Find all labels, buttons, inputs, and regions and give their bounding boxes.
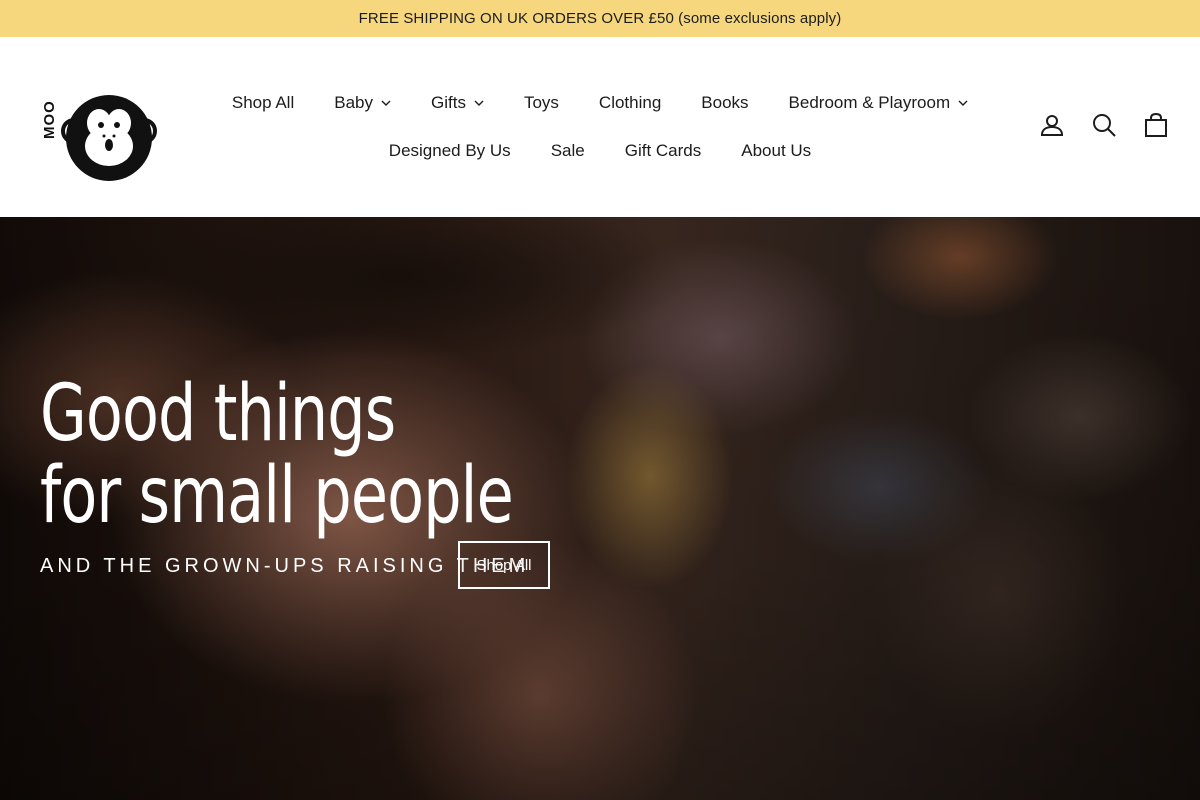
hero-title: Good things for small people [40,369,514,541]
nav-item-about-us[interactable]: About Us [721,141,831,161]
search-button[interactable] [1090,111,1118,139]
header-icons [1038,111,1170,139]
nav-item-designed-by-us[interactable]: Designed By Us [369,141,531,161]
nav-item-clothing[interactable]: Clothing [579,93,681,113]
monkey-face-icon: MOO [41,95,157,181]
nav-item-books[interactable]: Books [681,93,768,113]
nav-item-label: Gifts [431,93,466,112]
chevron-down-icon [381,100,391,106]
chevron-down-icon [474,100,484,106]
nav-item-label: Clothing [598,93,662,112]
nav-item-label: Designed By Us [388,141,511,160]
nav-item-baby[interactable]: Baby [314,93,411,113]
nav-item-shop-all[interactable]: Shop All [212,93,314,113]
chevron-down-icon [958,100,968,106]
logo-text: MOO [41,100,58,139]
hero-title-line-1: Good things [40,369,396,459]
nav-item-label: Toys [523,93,559,112]
site-logo[interactable]: MOO [38,89,158,185]
nav-row-1: Shop All Baby Gifts Toys Clothing Books … [200,79,1000,127]
announcement-bar: FREE SHIPPING ON UK ORDERS OVER £50 (som… [0,0,1200,37]
nav-item-sale[interactable]: Sale [531,141,605,161]
nav-item-gifts[interactable]: Gifts [411,93,504,113]
cart-button[interactable] [1142,111,1170,139]
announcement-text: FREE SHIPPING ON UK ORDERS OVER £50 (som… [358,10,842,27]
search-icon [1093,114,1116,137]
nav-item-label: Bedroom & Playroom [788,93,951,112]
cart-icon [1145,113,1167,137]
nav-item-bedroom-playroom[interactable]: Bedroom & Playroom [769,93,989,113]
nav-item-label: Books [701,93,749,112]
main-navigation: Shop All Baby Gifts Toys Clothing Books … [200,79,1000,175]
nav-item-label: About Us [741,141,812,160]
nav-item-gift-cards[interactable]: Gift Cards [605,141,722,161]
nav-item-label: Sale [550,141,585,160]
hero-shop-all-button[interactable]: Shop All [458,541,550,589]
nav-row-2: Designed By Us Sale Gift Cards About Us [200,127,1000,175]
site-header: MOO Shop All Baby Gifts Toys Clothing Bo… [0,37,1200,217]
nav-item-label: Baby [334,93,373,112]
nav-item-label: Shop All [231,93,295,112]
hero-title-line-2: for small people [40,451,514,541]
nav-item-toys[interactable]: Toys [504,93,579,113]
nav-item-label: Gift Cards [624,141,702,160]
hero-cta-label: Shop All [476,556,532,574]
hero-subtitle: AND THE GROWN-UPS RAISING THEM [40,555,530,577]
account-icon [1040,115,1064,136]
account-button[interactable] [1038,111,1066,139]
